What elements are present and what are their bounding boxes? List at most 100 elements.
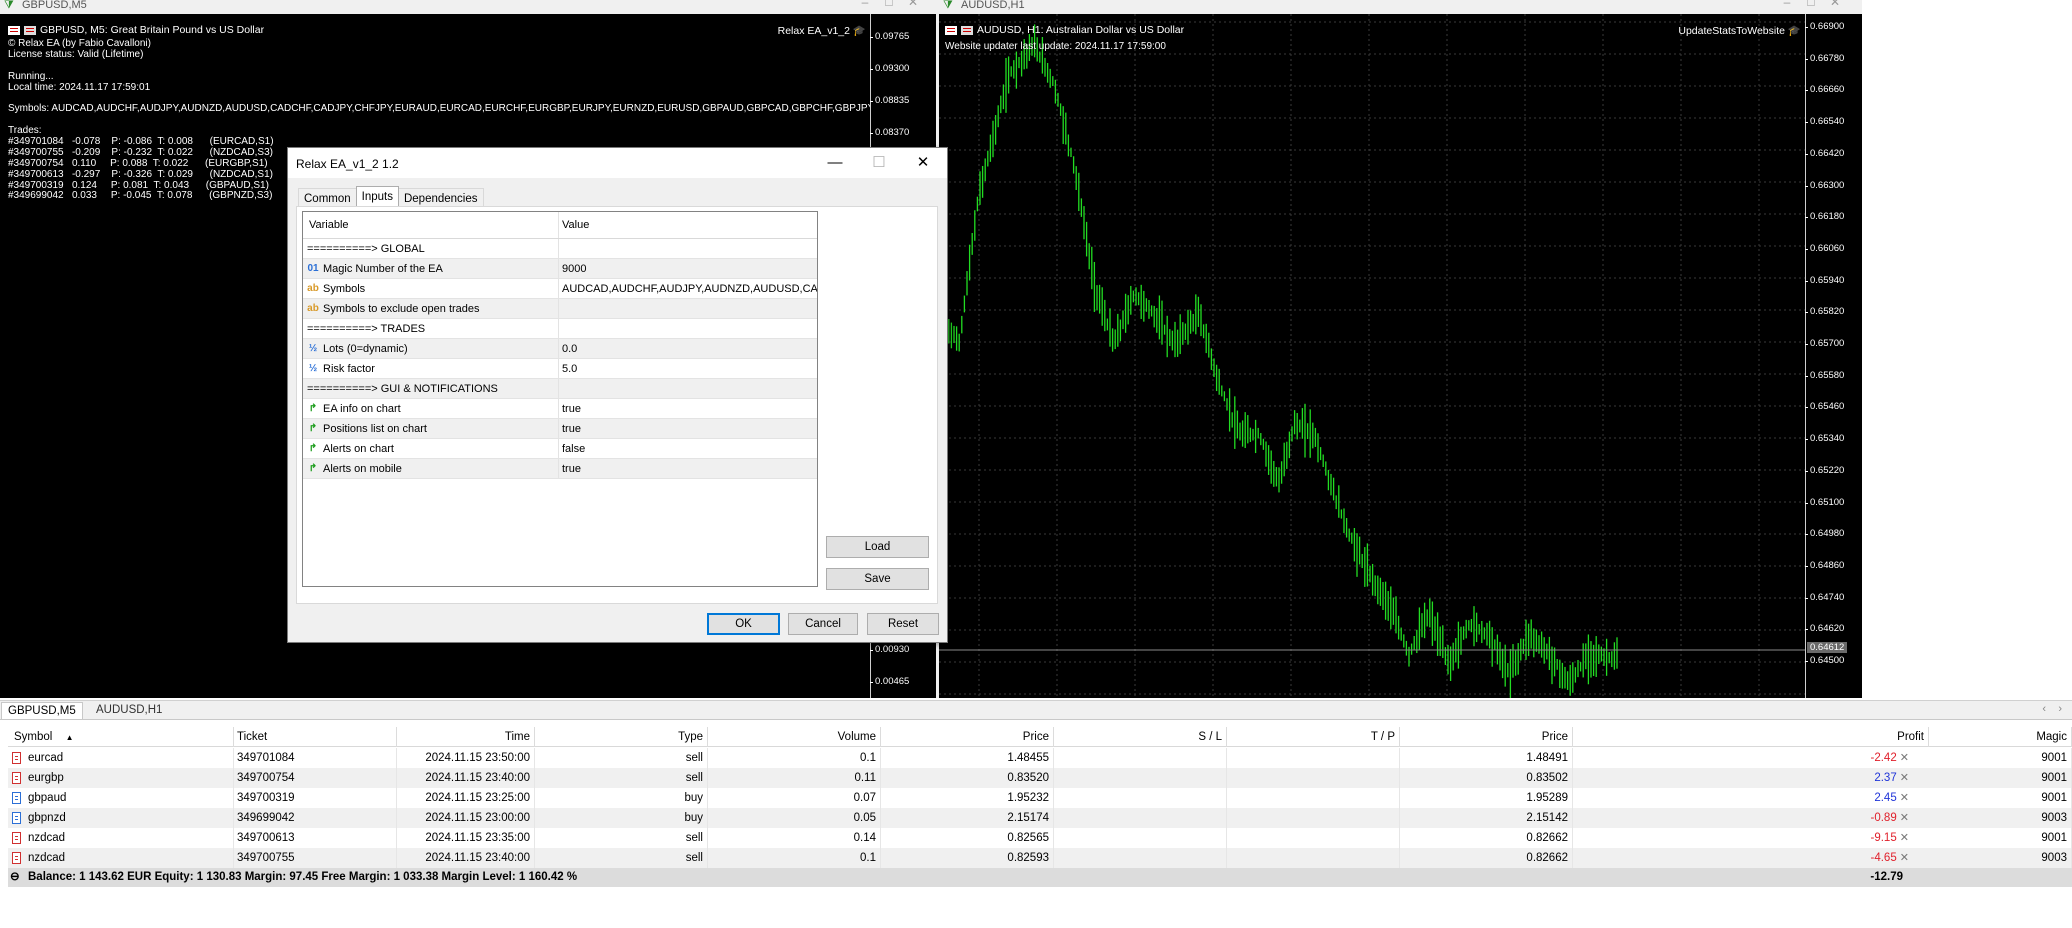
column-variable[interactable]: Variable	[303, 212, 559, 238]
input-value[interactable]: false	[559, 439, 817, 458]
load-button[interactable]: Load	[826, 536, 929, 558]
input-value[interactable]: AUDCAD,AUDCHF,AUDJPY,AUDNZD,AUDUSD,CA...	[559, 279, 817, 298]
price-tick: 0.66540	[1804, 116, 1845, 128]
trade-row[interactable]: eurgbp 349700754 2024.11.15 23:40:00 sell 0.…	[8, 768, 2072, 788]
column-magic[interactable]: Magic	[1929, 727, 2072, 747]
cancel-button[interactable]: Cancel	[788, 613, 858, 635]
trade-symbol-label: nzdcad	[28, 852, 66, 864]
ea-hat-icon[interactable]: 🎓	[853, 25, 866, 37]
close-icon[interactable]: ✕	[901, 151, 945, 175]
scroll-right-icon[interactable]: ›	[2058, 703, 2062, 715]
ea-info-line: License status: Valid (Lifetime)	[8, 48, 144, 60]
inputs-grid[interactable]: Variable Value ==========> GLOBAL 01 Magic…	[302, 211, 818, 587]
column-profit[interactable]: Profit	[1573, 727, 1929, 747]
input-variable: ab Symbols to exclude open trades	[303, 299, 559, 318]
trade-take-profit	[1227, 748, 1400, 768]
trade-row[interactable]: eurcad 349701084 2024.11.15 23:50:00 sell 0.…	[8, 748, 2072, 768]
input-value[interactable]	[559, 299, 817, 318]
input-value[interactable]: 9000	[559, 259, 817, 278]
website-updater-status: Website updater last update: 2024.11.17 …	[945, 41, 1166, 52]
trade-type: sell	[535, 848, 708, 868]
input-value[interactable]: 0.0	[559, 339, 817, 358]
trade-current-price: 0.82662	[1400, 848, 1573, 868]
price-tick: 0.65100	[1804, 496, 1845, 508]
input-row[interactable]: ↱ Alerts on chart false	[303, 439, 817, 459]
input-section-row[interactable]: ==========> GUI & NOTIFICATIONS	[303, 379, 817, 399]
column-tp[interactable]: T / P	[1227, 727, 1400, 747]
reset-button[interactable]: Reset	[867, 613, 939, 635]
boolean-icon: ↱	[308, 402, 318, 414]
trade-row[interactable]: nzdcad 349700613 2024.11.15 23:35:00 sell 0.…	[8, 828, 2072, 848]
input-value[interactable]: true	[559, 399, 817, 418]
column-price[interactable]: Price	[881, 727, 1054, 747]
scroll-left-icon[interactable]: ‹	[2042, 703, 2046, 715]
input-value[interactable]	[559, 239, 817, 258]
chart-plot-area[interactable]: AUDUSD, H1: Australian Dollar vs US Doll…	[939, 14, 1808, 698]
maximize-icon[interactable]: □	[878, 0, 900, 8]
close-position-icon[interactable]: ✕	[1897, 772, 1909, 784]
fraction-icon: ½	[308, 342, 318, 354]
trade-row[interactable]: nzdcad 349700755 2024.11.15 23:40:00 sell 0.…	[8, 848, 2072, 868]
maximize-icon[interactable]: □	[1800, 0, 1822, 8]
close-icon[interactable]: ✕	[902, 0, 924, 8]
close-position-icon[interactable]: ✕	[1897, 852, 1909, 864]
close-position-icon[interactable]: ✕	[1897, 752, 1909, 764]
column-sl[interactable]: S / L	[1054, 727, 1227, 747]
column-value[interactable]: Value	[559, 212, 817, 238]
dialog-titlebar[interactable]: Relax EA_v1_2 1.2 — ☐ ✕	[288, 148, 947, 178]
collapse-icon[interactable]: ⊖	[10, 868, 20, 887]
column-time[interactable]: Time	[397, 727, 535, 747]
column-ticket[interactable]: Ticket	[234, 727, 397, 747]
input-value[interactable]	[559, 379, 817, 398]
buy-order-icon	[12, 812, 21, 824]
trade-current-price: 0.83502	[1400, 768, 1573, 788]
close-position-icon[interactable]: ✕	[1897, 792, 1909, 804]
tab-gbpusd-m5[interactable]: GBPUSD,M5	[1, 702, 83, 720]
trade-row[interactable]: gbpnzd 349699042 2024.11.15 23:00:00 buy 0.0…	[8, 808, 2072, 828]
input-value[interactable]: true	[559, 459, 817, 478]
input-value[interactable]: true	[559, 419, 817, 438]
ok-button[interactable]: OK	[707, 613, 780, 635]
input-value[interactable]	[559, 319, 817, 338]
minimize-icon[interactable]: —	[813, 151, 857, 175]
input-row[interactable]: 01 Magic Number of the EA 9000	[303, 259, 817, 279]
trade-ticket: 349700754	[234, 768, 397, 788]
trade-stop-loss	[1054, 788, 1227, 808]
trade-take-profit	[1227, 788, 1400, 808]
chart-symbol-header: AUDUSD, H1: Australian Dollar vs US Doll…	[945, 24, 1184, 36]
input-row[interactable]: ab Symbols to exclude open trades	[303, 299, 817, 319]
input-section-row[interactable]: ==========> GLOBAL	[303, 239, 817, 259]
input-variable-label: ==========> GUI & NOTIFICATIONS	[307, 382, 498, 395]
input-row[interactable]: ↱ Positions list on chart true	[303, 419, 817, 439]
terminal-workspace: ⧩ GBPUSD,M5 – □ ✕ GBPUSD, M5: Great Brit…	[0, 0, 2072, 928]
input-row[interactable]: ab Symbols AUDCAD,AUDCHF,AUDJPY,AUDNZD,AUD…	[303, 279, 817, 299]
window-titlebar[interactable]: ⧩ AUDUSD,H1 – □ ✕	[939, 0, 1862, 14]
price-tick: 0.65940	[1804, 274, 1845, 286]
ea-hat-icon[interactable]: 🎓	[1788, 25, 1801, 37]
close-position-icon[interactable]: ✕	[1897, 832, 1909, 844]
input-row[interactable]: ½ Lots (0=dynamic) 0.0	[303, 339, 817, 359]
input-value[interactable]: 5.0	[559, 359, 817, 378]
minimize-icon[interactable]: –	[854, 0, 876, 8]
input-row[interactable]: ↱ Alerts on mobile true	[303, 459, 817, 479]
trade-row[interactable]: gbpaud 349700319 2024.11.15 23:25:00 buy 0.0…	[8, 788, 2072, 808]
window-titlebar[interactable]: ⧩ GBPUSD,M5 – □ ✕	[0, 0, 940, 14]
save-button[interactable]: Save	[826, 568, 929, 590]
input-row[interactable]: ½ Risk factor 5.0	[303, 359, 817, 379]
chart-window-audusd[interactable]: ⧩ AUDUSD,H1 – □ ✕ AUDUSD, H1: Australian…	[936, 0, 1862, 698]
column-symbol[interactable]: Symbol ▲	[8, 727, 234, 747]
tab-audusd-h1[interactable]: AUDUSD,H1	[90, 702, 168, 720]
price-tick: 0.66780	[1804, 52, 1845, 64]
trade-stop-loss	[1054, 768, 1227, 788]
column-current-price[interactable]: Price	[1400, 727, 1573, 747]
price-scale[interactable]: 0.64500 0.64620 0.64740 0.64860 0.64980 0.651…	[1804, 14, 1862, 698]
close-icon[interactable]: ✕	[1824, 0, 1846, 8]
maximize-icon[interactable]: ☐	[857, 151, 901, 175]
input-section-row[interactable]: ==========> TRADES	[303, 319, 817, 339]
minimize-icon[interactable]: –	[1776, 0, 1798, 8]
ea-properties-dialog[interactable]: Relax EA_v1_2 1.2 — ☐ ✕ Common Inputs De…	[287, 147, 948, 643]
column-volume[interactable]: Volume	[708, 727, 881, 747]
column-type[interactable]: Type	[535, 727, 708, 747]
input-row[interactable]: ↱ EA info on chart true	[303, 399, 817, 419]
close-position-icon[interactable]: ✕	[1897, 812, 1909, 824]
